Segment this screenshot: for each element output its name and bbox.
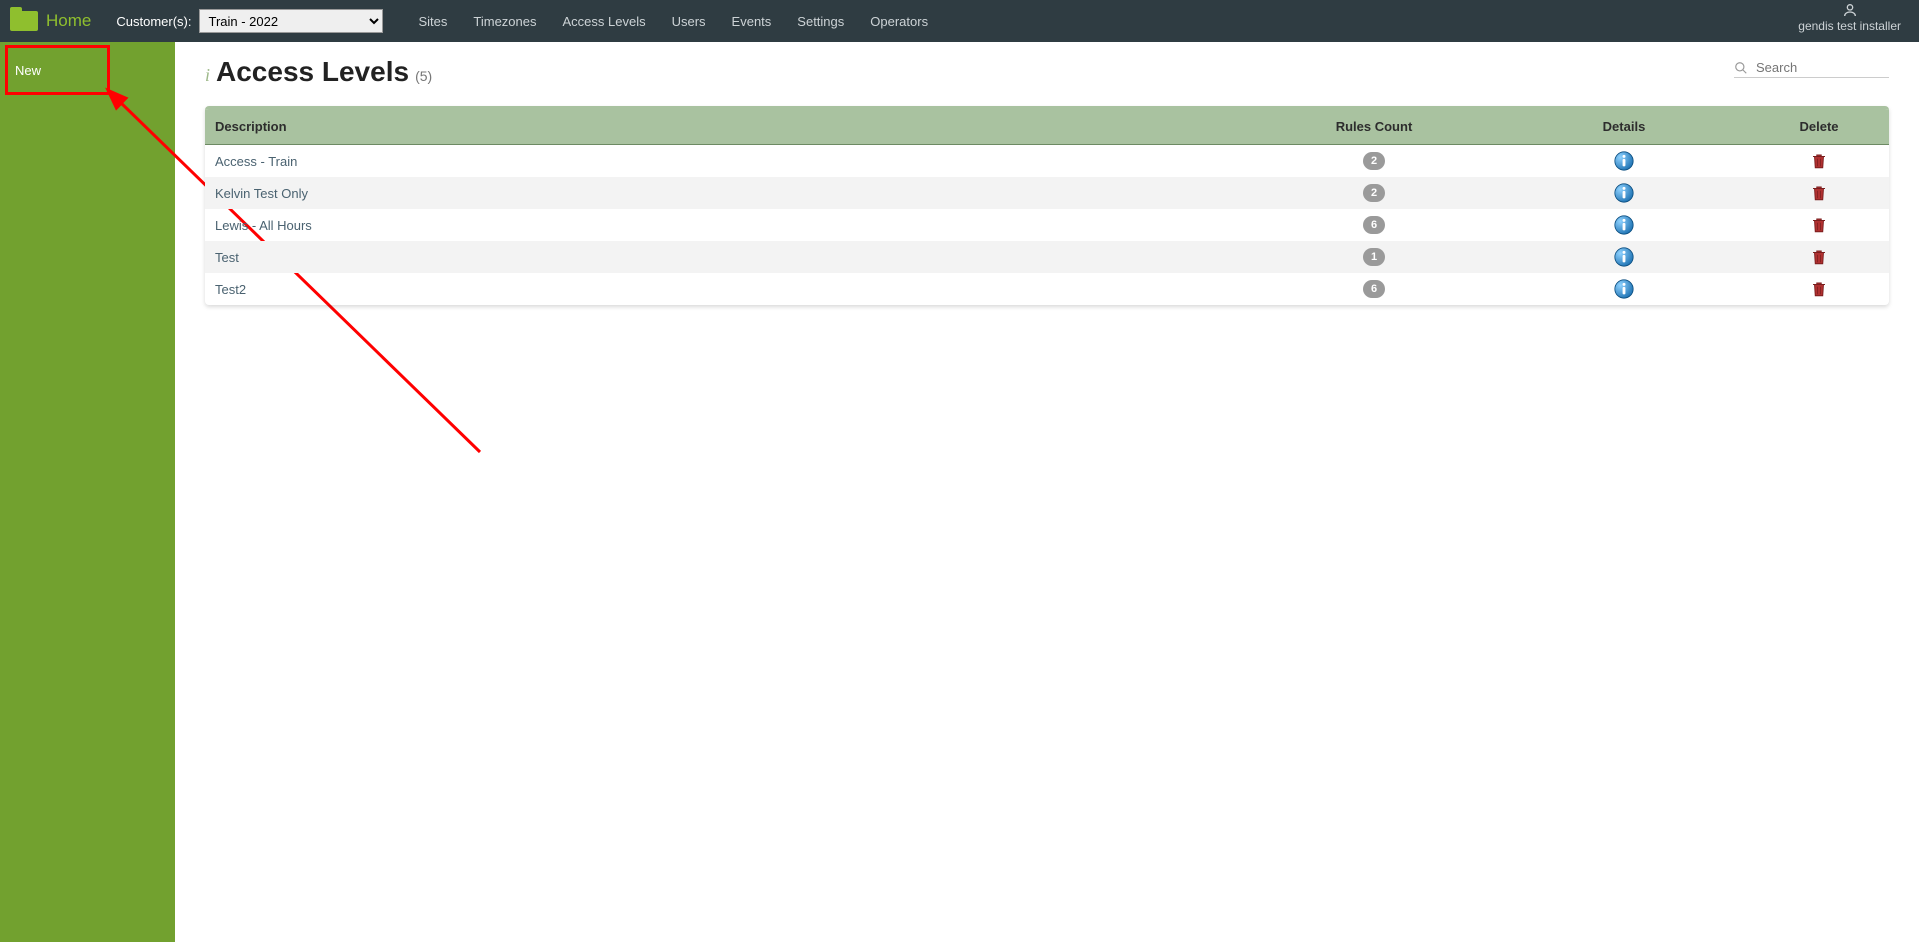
page-title: Access Levels: [216, 56, 409, 88]
trash-icon[interactable]: [1810, 183, 1828, 203]
nav-events[interactable]: Events: [732, 14, 772, 29]
row-details[interactable]: [1499, 241, 1749, 273]
row-description[interactable]: Lewis - All Hours: [205, 209, 1249, 241]
trash-icon[interactable]: [1810, 151, 1828, 171]
info-icon: i: [205, 65, 210, 86]
search-icon: [1734, 61, 1748, 75]
main-content: i Access Levels (5) Description Rules Co…: [175, 42, 1919, 942]
customer-label: Customer(s):: [116, 14, 191, 29]
sidebar: New: [0, 42, 175, 942]
row-rules: 2: [1249, 145, 1499, 178]
table-row: Test26: [205, 273, 1889, 305]
info-icon[interactable]: [1614, 247, 1634, 267]
row-delete[interactable]: [1749, 145, 1889, 178]
home-label: Home: [46, 11, 91, 31]
row-rules: 2: [1249, 177, 1499, 209]
row-delete[interactable]: [1749, 241, 1889, 273]
search-box[interactable]: [1734, 60, 1889, 78]
user-icon: [1842, 2, 1858, 18]
topbar: Home Customer(s): Train - 2022 Sites Tim…: [0, 0, 1919, 42]
access-levels-table: Description Rules Count Details Delete A…: [205, 106, 1889, 305]
row-description[interactable]: Kelvin Test Only: [205, 177, 1249, 209]
nav-settings[interactable]: Settings: [797, 14, 844, 29]
nav-links: Sites Timezones Access Levels Users Even…: [418, 14, 928, 29]
row-description[interactable]: Test: [205, 241, 1249, 273]
new-button[interactable]: New: [0, 42, 175, 98]
nav-users[interactable]: Users: [672, 14, 706, 29]
info-icon[interactable]: [1614, 151, 1634, 171]
trash-icon[interactable]: [1810, 215, 1828, 235]
nav-sites[interactable]: Sites: [418, 14, 447, 29]
row-rules: 6: [1249, 209, 1499, 241]
row-delete[interactable]: [1749, 209, 1889, 241]
trash-icon[interactable]: [1810, 279, 1828, 299]
row-description[interactable]: Test2: [205, 273, 1249, 305]
customer-select[interactable]: Train - 2022: [199, 9, 383, 33]
row-details[interactable]: [1499, 145, 1749, 178]
row-details[interactable]: [1499, 177, 1749, 209]
row-description[interactable]: Access - Train: [205, 145, 1249, 178]
table-row: Access - Train2: [205, 145, 1889, 178]
search-input[interactable]: [1756, 60, 1886, 75]
nav-operators[interactable]: Operators: [870, 14, 928, 29]
home-link[interactable]: Home: [10, 11, 91, 31]
row-delete[interactable]: [1749, 177, 1889, 209]
table-row: Test1: [205, 241, 1889, 273]
info-icon[interactable]: [1614, 279, 1634, 299]
row-rules: 6: [1249, 273, 1499, 305]
row-delete[interactable]: [1749, 273, 1889, 305]
col-delete[interactable]: Delete: [1749, 109, 1889, 145]
col-details[interactable]: Details: [1499, 109, 1749, 145]
row-rules: 1: [1249, 241, 1499, 273]
table-row: Lewis - All Hours6: [205, 209, 1889, 241]
col-rules[interactable]: Rules Count: [1249, 109, 1499, 145]
folder-icon: [10, 11, 38, 31]
nav-access-levels[interactable]: Access Levels: [563, 14, 646, 29]
info-icon[interactable]: [1614, 215, 1634, 235]
trash-icon[interactable]: [1810, 247, 1828, 267]
table-row: Kelvin Test Only2: [205, 177, 1889, 209]
info-icon[interactable]: [1614, 183, 1634, 203]
nav-timezones[interactable]: Timezones: [473, 14, 536, 29]
user-name: gendis test installer: [1798, 19, 1901, 33]
row-details[interactable]: [1499, 209, 1749, 241]
page-header: i Access Levels (5): [205, 56, 1889, 88]
row-details[interactable]: [1499, 273, 1749, 305]
page-count: (5): [415, 68, 432, 84]
col-description[interactable]: Description: [205, 109, 1249, 145]
user-menu[interactable]: gendis test installer: [1798, 2, 1901, 33]
